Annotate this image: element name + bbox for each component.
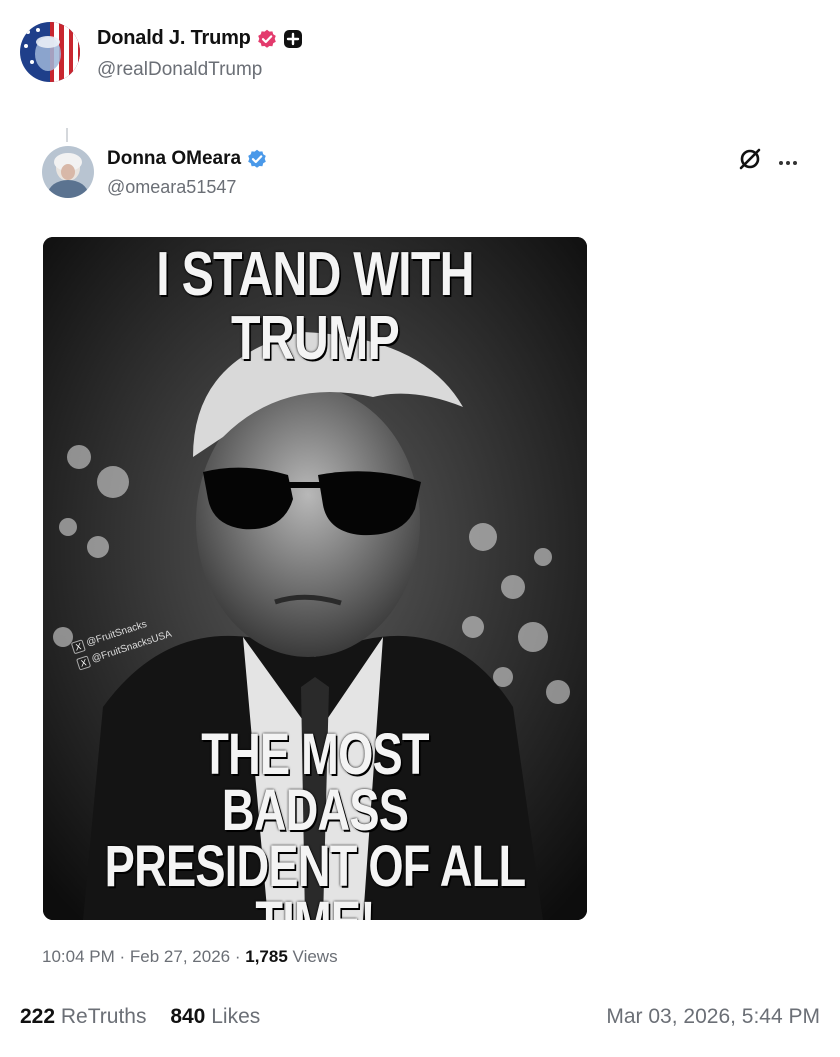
quoted-post-meta: 10:04 PM · Feb 27, 2026 · 1,785 Views: [42, 947, 338, 967]
x-logo-icon[interactable]: [738, 147, 762, 176]
meta-separator: ·: [234, 947, 241, 966]
quoted-post-actions: [738, 147, 798, 176]
retruths-count: 222: [20, 1005, 56, 1028]
views-count: 1,785: [245, 947, 288, 966]
avatar-image: [20, 22, 80, 82]
caption-line: PRESIDENT OF ALL: [104, 834, 526, 899]
quoted-date[interactable]: Feb 27, 2026: [130, 947, 230, 966]
quoted-avatar[interactable]: [42, 146, 94, 198]
likes-count: 840: [170, 1005, 206, 1028]
quoted-post-header: Donna OMeara @omeara51547: [42, 146, 267, 198]
image-caption-bottom: THE MOST BADASS PRESIDENT OF ALL TIME!: [103, 722, 527, 921]
verified-badge-icon: [257, 29, 277, 49]
quoted-avatar-image: [42, 146, 94, 198]
image-caption-top: I STAND WITH TRUMP: [156, 240, 474, 373]
engagement-stats: 222 ReTruths 840 Likes: [20, 1005, 278, 1029]
thread-connector: [66, 128, 68, 142]
caption-line: THE MOST BADASS: [201, 722, 429, 843]
verified-badge-icon: [247, 149, 267, 169]
more-options-icon[interactable]: [778, 153, 798, 171]
x-logo-icon: X: [76, 655, 92, 671]
author-handle[interactable]: @realDonaldTrump: [97, 59, 303, 81]
likes-stat[interactable]: 840 Likes: [170, 1005, 260, 1028]
avatar[interactable]: [20, 22, 80, 82]
quoted-author-name[interactable]: Donna OMeara: [107, 148, 241, 170]
post-timestamp[interactable]: Mar 03, 2026, 5:44 PM: [606, 1005, 820, 1029]
retruths-label: ReTruths: [60, 1005, 147, 1028]
retruths-stat[interactable]: 222 ReTruths: [20, 1005, 146, 1028]
post-stats: 222 ReTruths 840 Likes Mar 03, 2026, 5:4…: [20, 1005, 820, 1029]
author-name[interactable]: Donald J. Trump: [97, 27, 251, 50]
likes-label: Likes: [211, 1005, 261, 1028]
x-logo-icon: X: [70, 639, 86, 655]
meta-separator: ·: [119, 947, 126, 966]
plus-badge-icon: [283, 29, 303, 49]
quoted-author-handle[interactable]: @omeara51547: [107, 177, 267, 198]
views-label: Views: [292, 947, 338, 966]
post-image[interactable]: I STAND WITH TRUMP X @FruitSnacks X @Fruit…: [43, 237, 587, 920]
post-header: Donald J. Trump @realDonaldTrump: [20, 22, 303, 82]
quoted-time[interactable]: 10:04 PM: [42, 947, 115, 966]
